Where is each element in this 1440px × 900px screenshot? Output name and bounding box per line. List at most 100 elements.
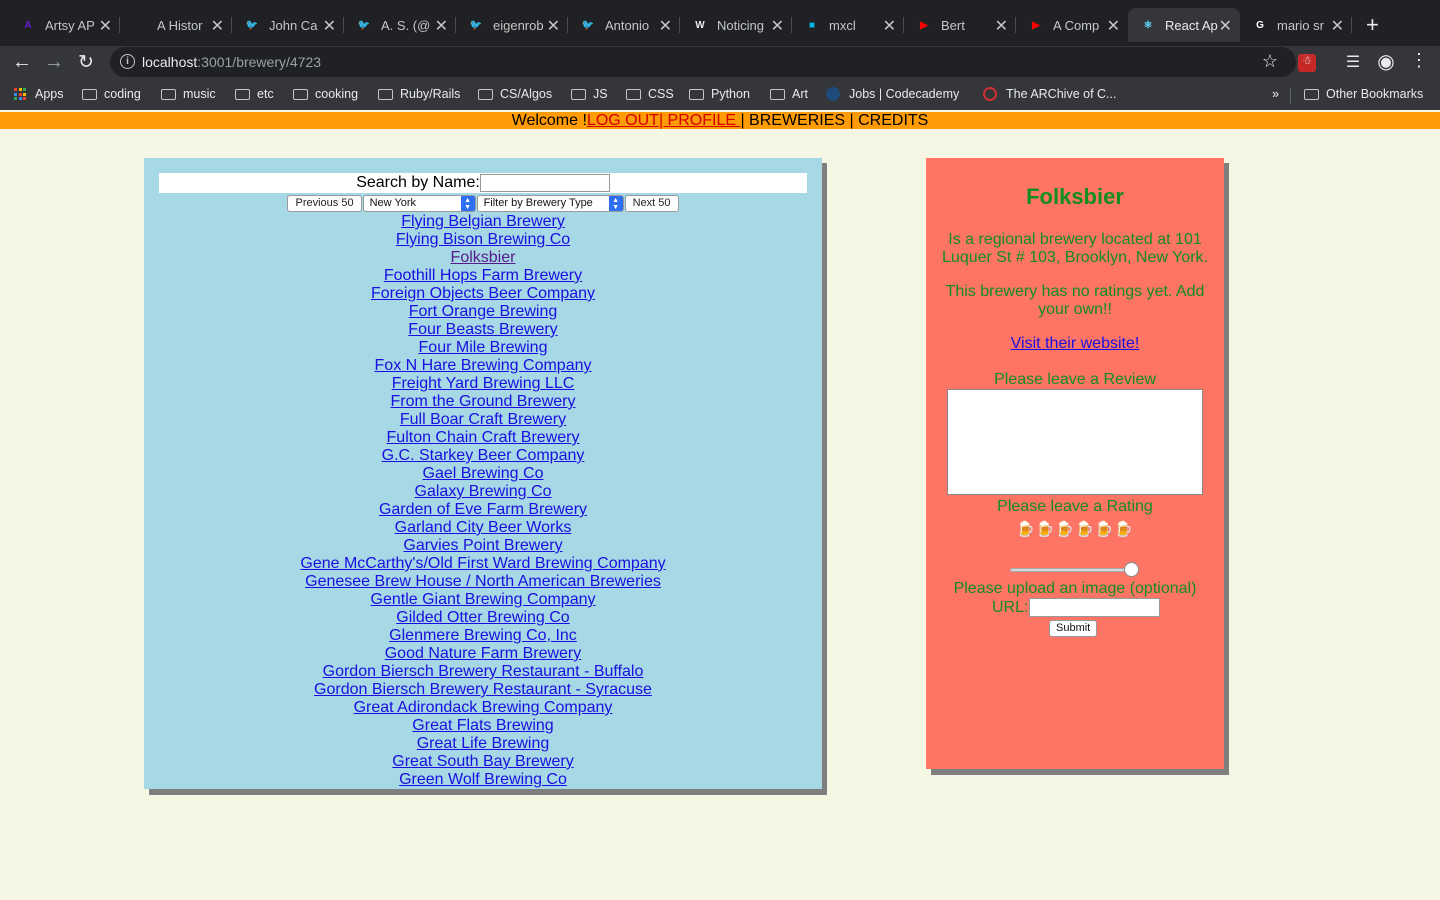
website-link[interactable]: Visit their website!	[1011, 335, 1140, 352]
brewery-link[interactable]: Genesee Brew House / North American Brew…	[305, 573, 661, 590]
search-input[interactable]	[479, 174, 610, 192]
brewery-link[interactable]: Good Nature Farm Brewery	[385, 645, 582, 662]
submit-button[interactable]: Submit	[1049, 620, 1098, 637]
brewery-link[interactable]: Flying Bison Brewing Co	[396, 231, 570, 248]
bookmark-item[interactable]: coding	[82, 87, 141, 101]
bookmark-item[interactable]: Other Bookmarks	[1304, 87, 1423, 101]
brewery-link[interactable]: Folksbier	[451, 249, 516, 266]
close-tab-icon[interactable]: ✕	[99, 16, 112, 36]
brewery-link[interactable]: Fox N Hare Brewing Company	[375, 357, 592, 374]
close-tab-icon[interactable]: ✕	[1107, 16, 1120, 36]
state-select[interactable]: New York ▲ ▼	[362, 195, 476, 212]
brewery-link[interactable]: Garden of Eve Farm Brewery	[379, 501, 587, 518]
bookmark-item[interactable]: Art	[770, 87, 808, 101]
site-info-icon[interactable]: i	[120, 54, 135, 69]
close-tab-icon[interactable]: ✕	[323, 16, 336, 36]
brewery-link[interactable]: Freight Yard Brewing LLC	[392, 375, 575, 392]
browser-tab[interactable]: Gmario sr ✕	[1240, 8, 1352, 42]
bookmark-item[interactable]: etc	[235, 87, 274, 101]
review-textarea[interactable]	[947, 389, 1203, 495]
bookmark-item[interactable]: cooking	[293, 87, 358, 101]
brewery-link[interactable]: Fulton Chain Craft Brewery	[387, 429, 580, 446]
brewery-link[interactable]: Gael Brewing Co	[423, 465, 544, 482]
reload-icon[interactable]: ↻	[73, 51, 99, 74]
nav-rest[interactable]: | BREWERIES | CREDITS	[740, 112, 928, 129]
close-tab-icon[interactable]: ✕	[883, 16, 896, 36]
bookmark-item[interactable]: The ARChive of C...	[983, 87, 1116, 101]
browser-tab[interactable]: 🐦 Antonio ✕	[568, 8, 680, 42]
brewery-link[interactable]: Gilded Otter Brewing Co	[396, 609, 569, 626]
list-item: Four Beasts Brewery	[144, 321, 822, 339]
browser-tab[interactable]: 🐦 A. S. (@ ✕	[344, 8, 456, 42]
brewery-link[interactable]: Four Mile Brewing	[419, 339, 548, 356]
close-tab-icon[interactable]: ✕	[547, 16, 560, 36]
brewery-link[interactable]: Gordon Biersch Brewery Restaurant - Syra…	[314, 681, 652, 698]
brewery-link[interactable]: Garland City Beer Works	[395, 519, 572, 536]
close-tab-icon[interactable]: ✕	[771, 16, 784, 36]
media-control-icon[interactable]: ☰	[1342, 52, 1364, 74]
close-tab-icon[interactable]: ✕	[211, 16, 224, 36]
brewery-link[interactable]: Green Wolf Brewing Co	[399, 771, 567, 788]
browser-tab[interactable]: A Artsy AP ✕	[8, 8, 120, 42]
close-tab-icon[interactable]: ✕	[995, 16, 1008, 36]
browser-tab[interactable]: ● A Histor ✕	[120, 8, 232, 42]
brewery-link[interactable]: Gene McCarthy's/Old First Ward Brewing C…	[300, 555, 665, 572]
bookmark-item[interactable]: Apps	[14, 87, 64, 101]
bookmark-item[interactable]: Ruby/Rails	[378, 87, 460, 101]
bookmark-item[interactable]: Jobs | Codecademy	[826, 87, 959, 101]
brewery-link[interactable]: Great South Bay Brewery	[392, 753, 573, 770]
profile-icon[interactable]: ◉	[1375, 49, 1397, 73]
bookmark-item[interactable]: Python	[689, 87, 750, 101]
menu-icon[interactable]: ⋮	[1408, 50, 1430, 72]
close-tab-icon[interactable]: ✕	[659, 16, 672, 36]
image-url-input[interactable]	[1029, 598, 1161, 617]
bookmarks-overflow-button[interactable]: »	[1272, 87, 1279, 101]
brewery-link[interactable]: Fort Orange Brewing	[409, 303, 558, 320]
profile-link[interactable]: PROFILE	[668, 112, 741, 129]
next-50-button[interactable]: Next 50	[624, 195, 679, 212]
brewery-link[interactable]: G.C. Starkey Beer Company	[382, 447, 585, 464]
address-bar[interactable]: i localhost:3001/brewery/4723 ☆	[110, 47, 1296, 77]
brewery-link[interactable]: Foreign Objects Beer Company	[371, 285, 595, 302]
browser-tab[interactable]: ■ mxcl ✕	[792, 8, 904, 42]
brewery-link[interactable]: Flying Belgian Brewery	[401, 213, 565, 230]
list-item: Fulton Chain Craft Brewery	[144, 429, 822, 447]
browser-tab[interactable]: ▶ A Comp ✕	[1016, 8, 1128, 42]
browser-tab[interactable]: ⚛ React Ap ✕	[1128, 8, 1240, 42]
brewery-link[interactable]: Great Flats Brewing	[412, 717, 553, 734]
close-tab-icon[interactable]: ✕	[435, 16, 448, 36]
brewery-link[interactable]: Great Adirondack Brewing Company	[354, 699, 613, 716]
brewery-link[interactable]: Full Boar Craft Brewery	[400, 411, 566, 428]
bookmark-item[interactable]: music	[161, 87, 216, 101]
brewery-link[interactable]: Gordon Biersch Brewery Restaurant - Buff…	[323, 663, 644, 680]
brewery-link[interactable]: Galaxy Brewing Co	[415, 483, 552, 500]
brewery-link[interactable]: Four Beasts Brewery	[408, 321, 557, 338]
close-tab-icon[interactable]: ✕	[1219, 16, 1232, 36]
previous-50-button[interactable]: Previous 50	[287, 195, 362, 212]
logout-link[interactable]: LOG OUT	[587, 112, 659, 129]
close-tab-icon[interactable]: ✕	[1331, 16, 1344, 36]
brewery-link[interactable]: From the Ground Brewery	[391, 393, 576, 410]
brewery-link[interactable]: Gentle Giant Brewing Company	[371, 591, 596, 608]
bookmark-item[interactable]: CS/Algos	[478, 87, 552, 101]
brewery-link[interactable]: Great Life Brewing	[417, 735, 550, 752]
browser-tab[interactable]: 🐦 eigenrob ✕	[456, 8, 568, 42]
forward-icon[interactable]: →	[41, 51, 67, 74]
brewery-link[interactable]: Glenmere Brewing Co, Inc	[389, 627, 577, 644]
slider-thumb[interactable]	[1124, 562, 1139, 577]
back-icon[interactable]: ←	[9, 51, 35, 74]
browser-tab[interactable]: 🐦 John Ca ✕	[232, 8, 344, 42]
new-tab-button[interactable]: +	[1366, 12, 1379, 38]
browser-tab[interactable]: W Noticing ✕	[680, 8, 792, 42]
bookmark-item[interactable]: JS	[571, 87, 608, 101]
nav-sep: |	[658, 112, 668, 129]
bookmark-star-icon[interactable]: ☆	[1262, 51, 1278, 72]
brewery-link[interactable]: Garvies Point Brewery	[403, 537, 562, 554]
bookmark-item[interactable]: CSS	[626, 87, 674, 101]
browser-tab[interactable]: ▶ Bert ✕	[904, 8, 1016, 42]
extension-icon[interactable]: ☃	[1298, 54, 1316, 72]
folder-icon	[293, 88, 308, 100]
brewery-type-select[interactable]: Filter by Brewery Type ▲ ▼	[476, 195, 624, 212]
rating-slider[interactable]	[1010, 562, 1140, 578]
brewery-link[interactable]: Foothill Hops Farm Brewery	[384, 267, 582, 284]
